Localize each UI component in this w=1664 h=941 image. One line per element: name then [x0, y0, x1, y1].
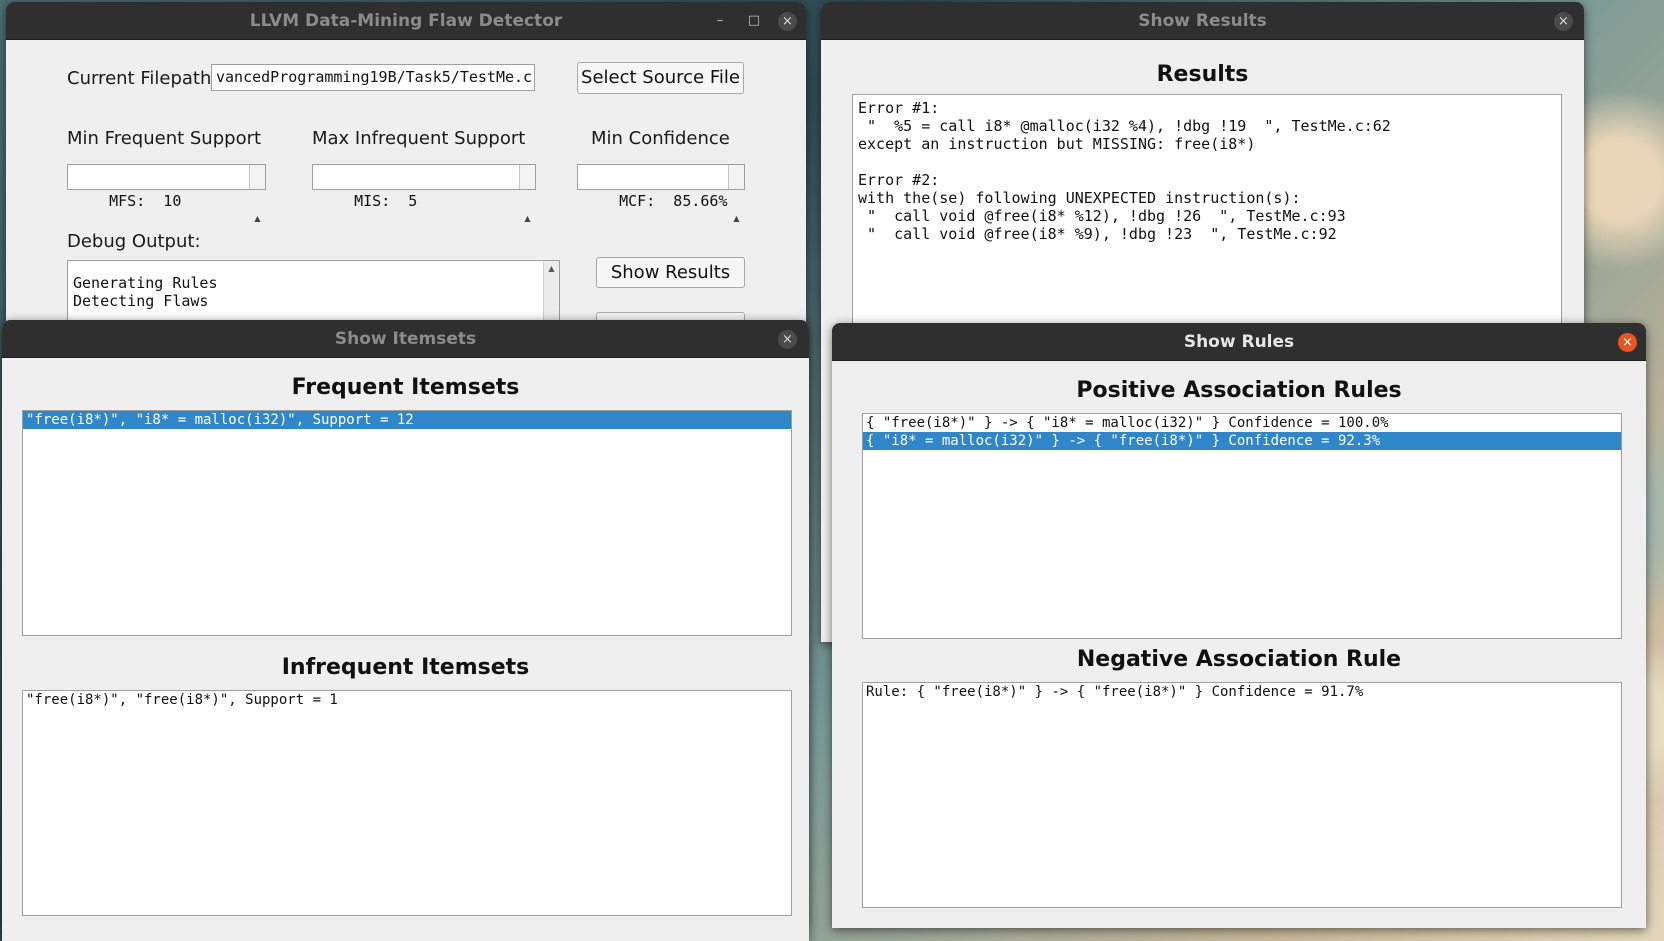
close-icon[interactable]: ×	[778, 12, 797, 31]
result-line: Error #1:	[858, 99, 940, 117]
result-line: " call void @free(i8* %9), !dbg !23 ", T…	[858, 225, 1337, 243]
debug-line: Detecting Flaws	[73, 292, 209, 310]
mis-value: MIS: 5	[354, 192, 418, 210]
negative-rule-row[interactable]: Rule: { "free(i8*)" } -> { "free(i8*)" }…	[863, 683, 1621, 701]
rules-window: Show Rules × Positive Association Rules …	[832, 323, 1646, 928]
result-line: " call void @free(i8* %12), !dbg !26 ", …	[858, 207, 1346, 225]
mcf-spin-arrows[interactable]: ▲ ▼	[728, 165, 744, 283]
spin-up-icon[interactable]: ▲	[729, 213, 744, 225]
close-icon[interactable]: ×	[778, 330, 797, 349]
filepath-label: Current Filepath:	[67, 68, 218, 89]
results-window-title: Show Results	[1138, 11, 1267, 31]
mfs-value: MFS: 10	[109, 192, 182, 210]
itemsets-window-title: Show Itemsets	[334, 329, 477, 349]
mcf-spinbox[interactable]: MCF: 85.66% ▲ ▼	[577, 164, 745, 283]
negative-rule-heading: Negative Association Rule	[1076, 647, 1402, 672]
positive-rule-row[interactable]: { "free(i8*)" } -> { "i8* = malloc(i32)"…	[863, 414, 1621, 432]
positive-rules-list[interactable]: { "free(i8*)" } -> { "i8* = malloc(i32)"…	[862, 413, 1622, 639]
filepath-input[interactable]: vancedProgramming19B/Task5/TestMe.c	[211, 64, 535, 91]
close-icon[interactable]: ×	[1618, 333, 1637, 352]
select-source-file-button[interactable]: Select Source File	[577, 62, 744, 94]
infrequent-itemset-row[interactable]: "free(i8*)", "free(i8*)", Support = 1	[23, 691, 791, 709]
infrequent-itemsets-heading: Infrequent Itemsets	[281, 655, 530, 680]
max-infrequent-support-label: Max Infrequent Support	[312, 128, 526, 149]
negative-rules-list[interactable]: Rule: { "free(i8*)" } -> { "free(i8*)" }…	[862, 682, 1622, 908]
mfs-spinbox[interactable]: MFS: 10 ▲ ▼	[67, 164, 266, 283]
frequent-itemsets-heading: Frequent Itemsets	[291, 375, 520, 400]
frequent-itemset-row[interactable]: "free(i8*)", "i8* = malloc(i32)", Suppor…	[23, 411, 791, 429]
maximize-icon[interactable]: □	[744, 11, 764, 31]
result-line: except an instruction but MISSING: free(…	[858, 135, 1256, 153]
itemsets-window: Show Itemsets × Frequent Itemsets "free(…	[2, 320, 809, 941]
mis-spinbox[interactable]: MIS: 5 ▲ ▼	[312, 164, 536, 283]
result-line: Error #2:	[858, 171, 940, 189]
main-window-title: LLVM Data-Mining Flaw Detector	[249, 11, 563, 31]
mis-spin-arrows[interactable]: ▲ ▼	[519, 165, 535, 283]
minimize-icon[interactable]: –	[710, 11, 730, 31]
min-frequent-support-label: Min Frequent Support	[67, 128, 262, 149]
result-line: " %5 = call i8* @malloc(i32 %4), !dbg !1…	[858, 117, 1391, 135]
close-icon[interactable]: ×	[1554, 12, 1573, 31]
spin-up-icon[interactable]: ▲	[520, 213, 535, 225]
frequent-itemsets-list[interactable]: "free(i8*)", "i8* = malloc(i32)", Suppor…	[22, 410, 792, 636]
spin-up-icon[interactable]: ▲	[250, 213, 265, 225]
min-confidence-label: Min Confidence	[591, 128, 730, 149]
mcf-value: MCF: 85.66%	[619, 192, 728, 210]
mfs-spin-arrows[interactable]: ▲ ▼	[249, 165, 265, 283]
result-line	[858, 153, 1561, 171]
infrequent-itemsets-list[interactable]: "free(i8*)", "free(i8*)", Support = 1	[22, 690, 792, 916]
positive-rule-row[interactable]: { "i8* = malloc(i32)" } -> { "free(i8*)"…	[863, 432, 1621, 450]
rules-window-title: Show Rules	[1183, 332, 1295, 352]
result-line: with the(se) following UNEXPECTED instru…	[858, 189, 1301, 207]
scroll-up-icon[interactable]: ▲	[544, 261, 559, 277]
show-results-button[interactable]: Show Results	[596, 257, 745, 288]
results-heading: Results	[1156, 62, 1249, 87]
positive-rules-heading: Positive Association Rules	[1076, 378, 1402, 403]
debug-output-label: Debug Output:	[67, 231, 201, 252]
debug-line: Generating Rules	[73, 274, 218, 292]
